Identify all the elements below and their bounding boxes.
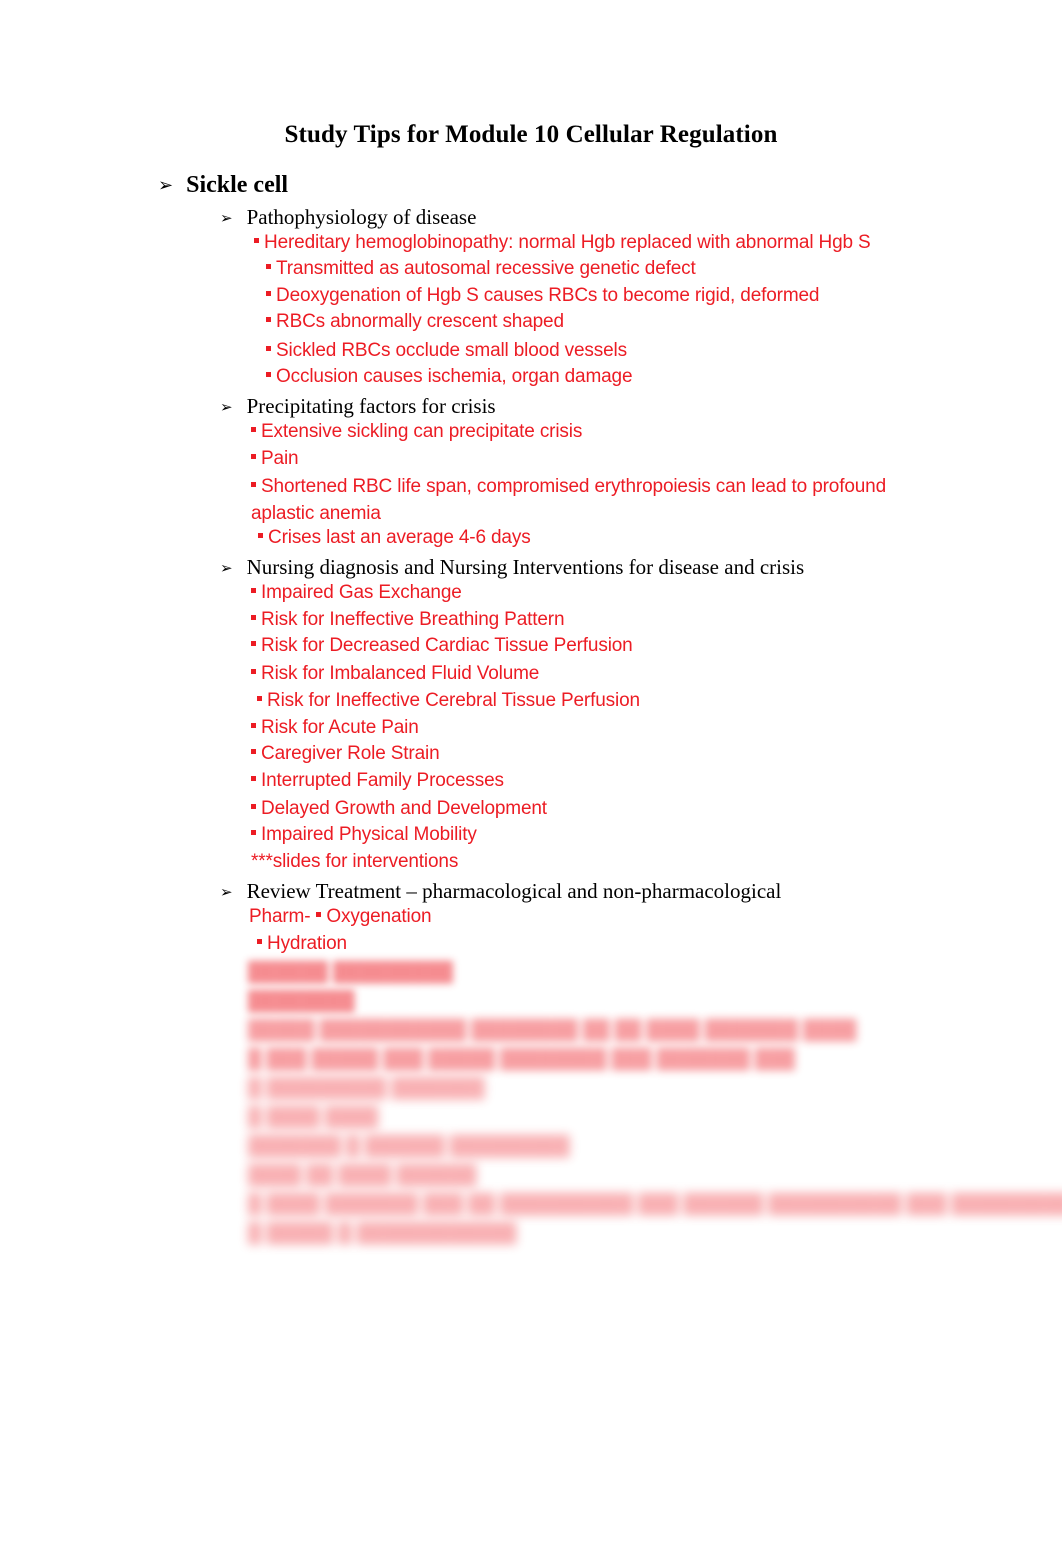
heading-pathophysiology-label: Pathophysiology of disease: [246, 205, 477, 229]
list-item-label: Sickled RBCs occlude small blood vessels: [276, 340, 627, 361]
obscured-line: █ █████ █ ████████████: [248, 1223, 517, 1244]
square-bullet-icon: [251, 641, 256, 647]
heading-sickle-cell-label: Sickle cell: [186, 172, 289, 198]
list-item: Interrupted Family Processes: [251, 770, 504, 791]
list-item: Hydration: [257, 933, 347, 954]
heading-sickle-cell: ➢ Sickle cell: [158, 172, 288, 199]
square-bullet-icon: [251, 804, 256, 810]
document-page: Study Tips for Module 10 Cellular Regula…: [0, 0, 1062, 1556]
list-item: Risk for Imbalanced Fluid Volume: [251, 663, 539, 684]
list-item-label: Crises last an average 4-6 days: [268, 527, 531, 548]
square-bullet-icon: [251, 776, 256, 782]
interventions-note: ***slides for interventions: [251, 851, 459, 872]
heading-precipitating-factors: ➢ Precipitating factors for crisis: [220, 394, 496, 419]
list-item-label: Risk for Ineffective Breathing Pattern: [261, 609, 565, 630]
list-item-label: Deoxygenation of Hgb S causes RBCs to be…: [276, 285, 820, 306]
arrow-bullet-icon: ➢: [220, 559, 233, 577]
list-item: Occlusion causes ischemia, organ damage: [266, 366, 633, 387]
list-item: Impaired Physical Mobility: [251, 824, 477, 845]
obscured-line: ██████ █████████: [248, 962, 453, 983]
arrow-bullet-icon: ➢: [220, 209, 233, 227]
square-bullet-icon: [266, 291, 271, 297]
list-item: Risk for Decreased Cardiac Tissue Perfus…: [251, 635, 633, 656]
list-item: Delayed Growth and Development: [251, 798, 547, 819]
list-item-label: Oxygenation: [326, 906, 432, 927]
arrow-bullet-icon: ➢: [220, 398, 233, 416]
obscured-line: ████████: [248, 991, 355, 1012]
list-item-label: Shortened RBC life span, compromised ery…: [251, 476, 886, 524]
square-bullet-icon: [257, 939, 262, 945]
square-bullet-icon: [257, 696, 262, 702]
obscured-line: █ ████ ███████ ███ ██ ██████████ ███ ███…: [248, 1194, 1062, 1215]
square-bullet-icon: [266, 317, 271, 323]
list-item: Sickled RBCs occlude small blood vessels: [266, 340, 627, 361]
list-item-label: Delayed Growth and Development: [261, 798, 547, 819]
square-bullet-icon: [251, 669, 256, 675]
list-item: Risk for Ineffective Cerebral Tissue Per…: [257, 690, 640, 711]
arrow-bullet-icon: ➢: [158, 175, 174, 196]
list-item-label: Hereditary hemoglobinopathy: normal Hgb …: [264, 232, 871, 253]
obscured-line: █ ███ █████ ███ █████ ████████ ███ █████…: [248, 1049, 795, 1070]
heading-nursing-diagnosis: ➢ Nursing diagnosis and Nursing Intervent…: [220, 555, 805, 580]
list-item: Impaired Gas Exchange: [251, 582, 462, 603]
square-bullet-icon: [251, 454, 256, 460]
list-item-label: RBCs abnormally crescent shaped: [276, 311, 564, 332]
list-item: RBCs abnormally crescent shaped: [266, 311, 564, 332]
pharm-label: Pharm-: [249, 906, 311, 927]
list-item: Caregiver Role Strain: [251, 743, 440, 764]
list-item: Extensive sickling can precipitate crisi…: [251, 421, 582, 442]
list-item-label: Impaired Physical Mobility: [261, 824, 477, 845]
list-item: Hereditary hemoglobinopathy: normal Hgb …: [254, 232, 871, 253]
list-item: Shortened RBC life span, compromised ery…: [251, 474, 911, 528]
list-item-label: Risk for Ineffective Cerebral Tissue Per…: [267, 690, 640, 711]
obscured-line: █ █████████ ███████: [248, 1078, 485, 1099]
square-bullet-icon: [251, 830, 256, 836]
square-bullet-icon: [266, 264, 271, 270]
obscured-content-block: ██████ █████████ ████████ █████ ████████…: [248, 962, 1062, 1252]
page-title: Study Tips for Module 10 Cellular Regula…: [284, 121, 778, 148]
list-item: Pain: [251, 448, 299, 469]
obscured-line: █████ ███████████ ████████ ██ ██ ████ ██…: [248, 1020, 857, 1041]
list-item-label: Occlusion causes ischemia, organ damage: [276, 366, 633, 387]
list-item: Risk for Ineffective Breathing Pattern: [251, 609, 565, 630]
list-item-label: Transmitted as autosomal recessive genet…: [276, 258, 696, 279]
square-bullet-icon: [251, 588, 256, 594]
heading-review-treatment-label: Review Treatment – pharmacological and n…: [246, 879, 782, 903]
heading-pathophysiology: ➢ Pathophysiology of disease: [220, 205, 477, 230]
square-bullet-icon: [251, 749, 256, 755]
heading-nursing-diagnosis-label: Nursing diagnosis and Nursing Interventi…: [246, 555, 805, 579]
square-bullet-icon: [266, 372, 271, 378]
list-item-label: Hydration: [267, 933, 347, 954]
list-item: Risk for Acute Pain: [251, 717, 419, 738]
list-item-label: Risk for Decreased Cardiac Tissue Perfus…: [261, 635, 633, 656]
square-bullet-icon: [266, 346, 271, 352]
list-item-pharm: Pharm- Oxygenation: [249, 906, 432, 927]
list-item: Transmitted as autosomal recessive genet…: [266, 258, 696, 279]
obscured-line: █ ████ ████: [248, 1107, 379, 1128]
list-item-label: Impaired Gas Exchange: [261, 582, 462, 603]
list-item-label: Extensive sickling can precipitate crisi…: [261, 421, 583, 442]
square-bullet-icon: [251, 723, 256, 729]
list-item-label: Risk for Imbalanced Fluid Volume: [261, 663, 540, 684]
heading-review-treatment: ➢ Review Treatment – pharmacological and …: [220, 879, 782, 904]
list-item-label: Risk for Acute Pain: [261, 717, 419, 738]
square-bullet-icon: [251, 427, 256, 433]
square-bullet-icon: [254, 238, 259, 244]
square-bullet-icon: [251, 482, 256, 488]
square-bullet-icon: [316, 912, 322, 918]
heading-precipitating-factors-label: Precipitating factors for crisis: [246, 394, 496, 418]
list-item-label: Caregiver Role Strain: [261, 743, 440, 764]
arrow-bullet-icon: ➢: [220, 883, 233, 901]
list-item: Deoxygenation of Hgb S causes RBCs to be…: [266, 285, 820, 306]
square-bullet-icon: [251, 615, 256, 621]
obscured-line: ███████ █ ██████ █████████: [248, 1136, 570, 1157]
obscured-line: ████ ██ ████ ██████: [248, 1165, 477, 1186]
list-item-label: Interrupted Family Processes: [261, 770, 504, 791]
list-item-label: Pain: [261, 448, 299, 469]
list-item: Crises last an average 4-6 days: [258, 527, 531, 548]
square-bullet-icon: [258, 533, 263, 539]
